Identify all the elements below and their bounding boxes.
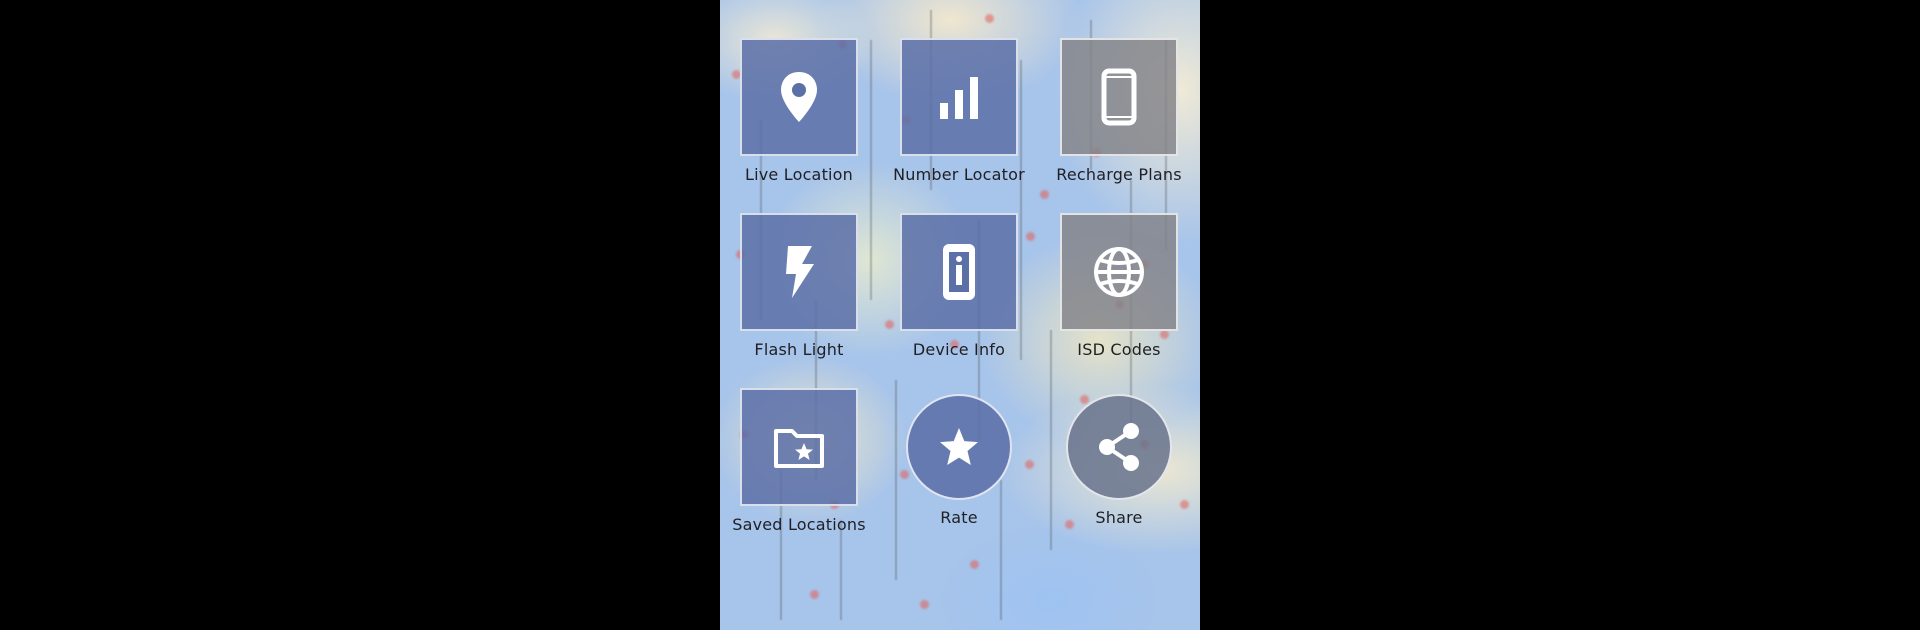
device-info-label: Device Info [912, 340, 1006, 359]
recharge-plans-label: Recharge Plans [1056, 165, 1182, 184]
device-info-icon [941, 242, 977, 302]
share-icon [1095, 421, 1143, 473]
recharge-plans-button[interactable] [1060, 38, 1178, 156]
isd-codes-button[interactable] [1060, 213, 1178, 331]
globe-icon [1092, 245, 1146, 299]
live-location-button[interactable] [740, 38, 858, 156]
location-pin-icon [779, 70, 819, 124]
number-locator-label: Number Locator [893, 165, 1025, 184]
share-label: Share [1095, 508, 1143, 527]
device-info-button[interactable] [900, 213, 1018, 331]
share-button[interactable] [1066, 394, 1172, 500]
isd-codes-label: ISD Codes [1077, 340, 1161, 359]
app-screen: Live Location Number Locator Recharge Pl… [720, 0, 1200, 630]
signal-bars-icon [938, 75, 980, 119]
number-locator-button[interactable] [900, 38, 1018, 156]
saved-locations-button[interactable] [740, 388, 858, 506]
smartphone-icon [1101, 68, 1137, 126]
flash-light-label: Flash Light [754, 340, 844, 359]
flash-light-button[interactable] [740, 213, 858, 331]
live-location-label: Live Location [744, 165, 854, 184]
lightning-bolt-icon [782, 244, 816, 300]
starred-folder-icon [773, 425, 825, 469]
rate-label: Rate [940, 508, 978, 527]
rate-button[interactable] [906, 394, 1012, 500]
saved-locations-label: Saved Locations [732, 515, 866, 534]
star-icon [937, 426, 981, 468]
